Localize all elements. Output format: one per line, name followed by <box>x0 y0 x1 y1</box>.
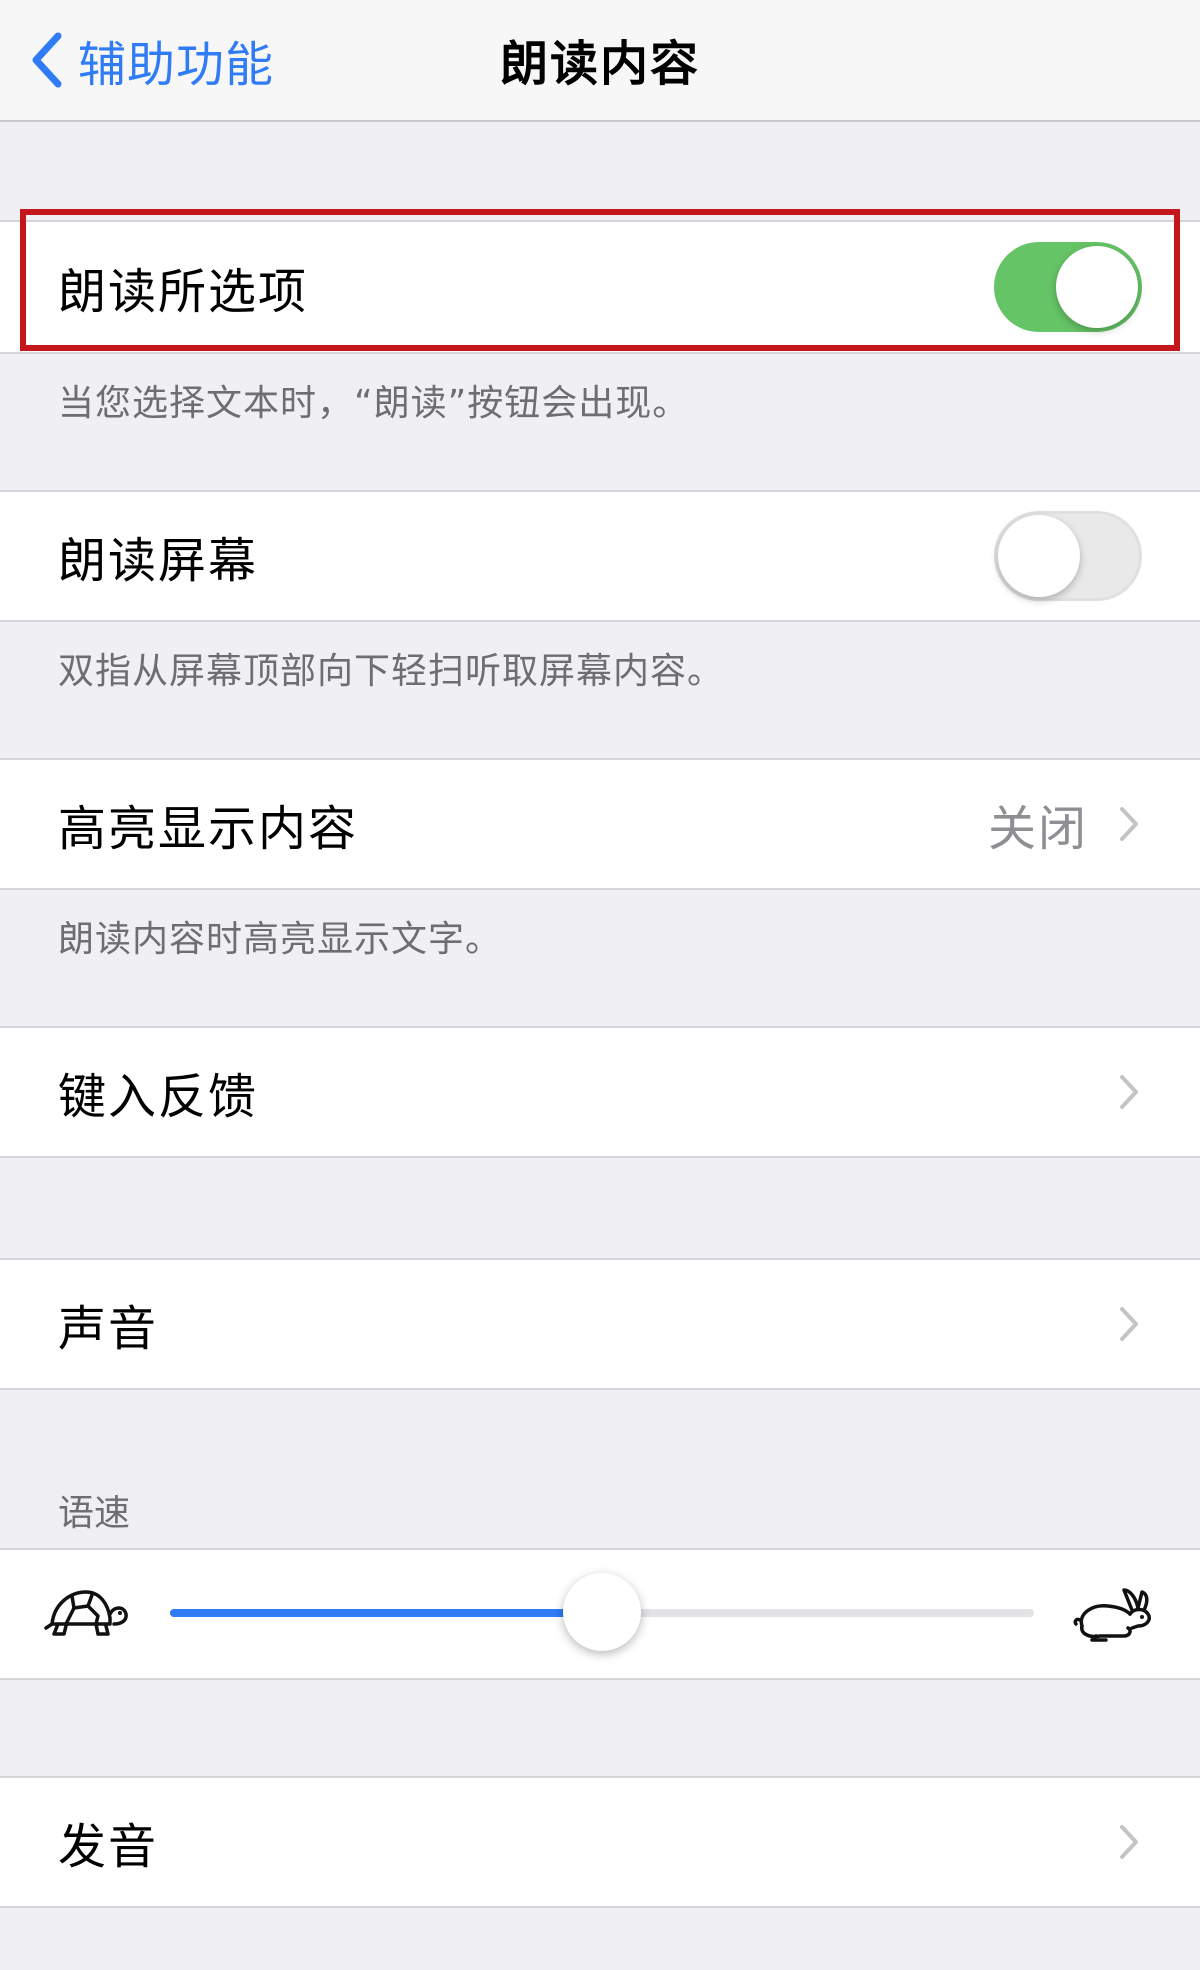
chevron-right-icon <box>1120 1825 1138 1859</box>
page-title: 朗读内容 <box>499 36 700 92</box>
chevron-right-icon <box>1120 807 1138 841</box>
highlight-content-label: 高亮显示内容 <box>58 801 359 857</box>
speak-selection-footer: 当您选择文本时，“朗读”按钮会出现。 <box>58 383 690 424</box>
pronunciations-row[interactable]: 发音 <box>0 1776 1200 1908</box>
voices-row[interactable]: 声音 <box>0 1258 1200 1390</box>
speak-selection-row: 朗读所选项 <box>0 220 1200 354</box>
highlight-content-value: 关闭 <box>987 801 1088 857</box>
speaking-rate-header: 语速 <box>58 1493 131 1534</box>
slider-fill <box>170 1609 602 1617</box>
pronunciations-label: 发音 <box>58 1819 159 1875</box>
toggle-knob <box>1056 246 1138 328</box>
speak-selection-toggle[interactable] <box>994 242 1142 332</box>
slider-thumb[interactable] <box>563 1573 641 1651</box>
navigation-bar: 辅助功能 朗读内容 <box>0 0 1200 122</box>
highlight-content-footer: 朗读内容时高亮显示文字。 <box>58 919 503 960</box>
chevron-right-icon <box>1120 1307 1138 1341</box>
speak-screen-footer: 双指从屏幕顶部向下轻扫听取屏幕内容。 <box>58 651 725 692</box>
toggle-knob <box>998 515 1080 597</box>
chevron-right-icon <box>1120 1075 1138 1109</box>
speak-screen-label: 朗读屏幕 <box>58 533 259 589</box>
speak-screen-row: 朗读屏幕 <box>0 490 1200 622</box>
typing-feedback-row[interactable]: 键入反馈 <box>0 1026 1200 1158</box>
voices-label: 声音 <box>58 1301 159 1357</box>
speak-screen-toggle[interactable] <box>994 511 1142 601</box>
typing-feedback-label: 键入反馈 <box>58 1069 259 1125</box>
turtle-icon <box>44 1590 128 1636</box>
highlight-content-row[interactable]: 高亮显示内容 关闭 <box>0 758 1200 890</box>
rabbit-icon <box>1073 1588 1151 1642</box>
speak-selection-label: 朗读所选项 <box>58 264 309 320</box>
